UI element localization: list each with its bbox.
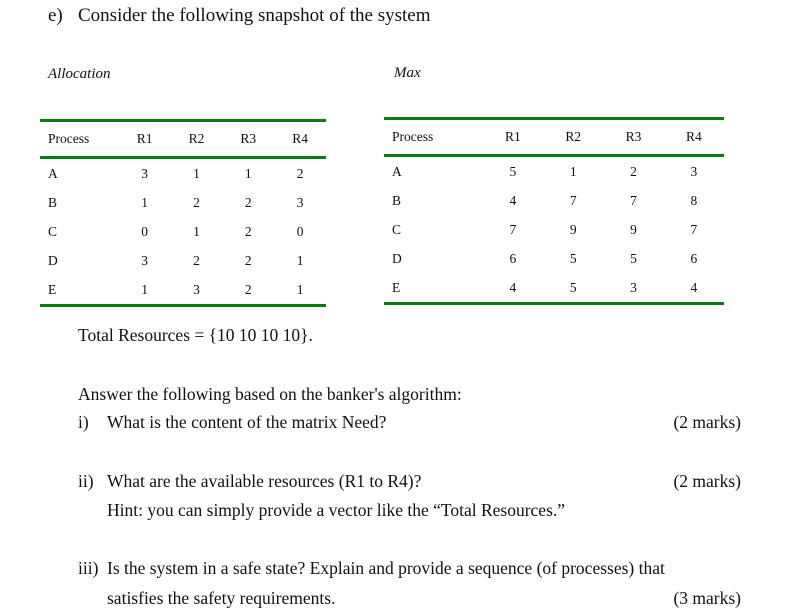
resource-value-cell: 7: [690, 221, 698, 237]
total-resources: Total Resources = {10 10 10 10}.: [78, 325, 313, 345]
resource-value-cell: 1: [193, 223, 200, 239]
table-row: E 4 5 3 4: [384, 273, 724, 304]
header-r1: R1: [136, 131, 153, 146]
resource-value-cell: 2: [244, 223, 252, 239]
subquestion-2-hint: Hint: you can simply provide a vector li…: [107, 500, 566, 520]
header-r4: R4: [292, 131, 308, 146]
resource-value-cell: 6: [509, 250, 517, 266]
table-row: A 5 1 2 3: [384, 156, 724, 187]
resource-value-cell: 5: [630, 250, 637, 266]
resource-value-cell: 0: [296, 223, 304, 239]
marks-2: (2 marks): [673, 471, 741, 491]
table-row: B 1 2 2 3: [40, 188, 326, 217]
resource-value-cell: 5: [569, 279, 577, 295]
resource-value-cell: 2: [244, 194, 252, 210]
table-row: D 6 5 5 6: [384, 244, 724, 273]
question-label: e): [48, 5, 63, 26]
resource-value-cell: 2: [193, 194, 200, 210]
header-process: Process: [392, 129, 434, 144]
process-name-cell: A: [48, 165, 58, 181]
header-r2: R2: [188, 131, 205, 146]
subquestion-number: iii): [78, 558, 99, 578]
resource-value-cell: 7: [569, 192, 577, 208]
resource-value-cell: 3: [690, 163, 698, 179]
header-r4: R4: [685, 129, 702, 144]
table-row: D 3 2 2 1: [40, 246, 326, 275]
resource-value-cell: 9: [630, 221, 637, 237]
resource-value-cell: 3: [296, 194, 304, 210]
resource-value-cell: 3: [141, 252, 149, 268]
subquestion-number: i): [78, 412, 89, 432]
question-heading: e) Consider the following snapshot of the…: [48, 5, 431, 27]
max-table: Process R1 R2 R3 R4 A 5 1 2 3 B 4 7 7 8 C 7 9 9 7 D 6 5 5 6…: [384, 117, 724, 305]
subquestion-text: Is the system in a safe state? Explain a…: [107, 558, 665, 578]
process-name-cell: E: [392, 279, 401, 295]
header-r1: R1: [505, 129, 521, 144]
resource-value-cell: 1: [193, 165, 200, 181]
resource-value-cell: 5: [569, 250, 577, 266]
resource-value-cell: 1: [296, 252, 304, 268]
resource-value-cell: 1: [569, 163, 577, 179]
subquestion-number: ii): [78, 471, 94, 491]
table-row: C 0 1 2 0: [40, 217, 326, 246]
table-row: C 7 9 9 7: [384, 215, 724, 244]
subquestion-2: ii) What are the available resources (R1 …: [78, 471, 421, 492]
header-r2: R2: [565, 129, 582, 144]
table-row: E 1 3 2 1: [40, 275, 326, 306]
resource-value-cell: 1: [141, 281, 149, 297]
resource-value-cell: 2: [193, 252, 200, 268]
resource-value-cell: 5: [509, 163, 517, 179]
resource-value-cell: 7: [509, 221, 517, 237]
table-header-row: Process R1 R2 R3 R4: [40, 120, 326, 158]
resource-value-cell: 2: [630, 163, 637, 179]
resource-value-cell: 9: [569, 221, 577, 237]
resource-value-cell: 2: [244, 281, 252, 297]
question-text: Consider the following snapshot of the s…: [78, 5, 431, 26]
process-name-cell: D: [392, 250, 402, 266]
table-header-row: Process R1 R2 R3 R4: [384, 118, 724, 156]
process-name-cell: E: [48, 281, 57, 297]
resource-value-cell: 1: [141, 194, 149, 210]
resource-value-cell: 3: [630, 279, 637, 295]
header-r3: R3: [625, 129, 642, 144]
subquestion-text: What is the content of the matrix Need?: [107, 412, 387, 432]
allocation-caption: Allocation: [48, 66, 111, 82]
max-caption: Max: [394, 65, 421, 81]
resource-value-cell: 3: [141, 165, 149, 181]
process-name-cell: D: [48, 252, 58, 268]
process-name-cell: C: [48, 223, 58, 239]
table-row: A 3 1 1 2: [40, 158, 326, 189]
resource-value-cell: 2: [244, 252, 252, 268]
resource-value-cell: 1: [244, 165, 252, 181]
marks-3: (3 marks): [673, 588, 741, 608]
process-name-cell: C: [392, 221, 402, 237]
resource-value-cell: 4: [509, 279, 517, 295]
subquestion-1: i) What is the content of the matrix Need…: [78, 412, 386, 433]
allocation-table: Process R1 R2 R3 R4 A 3 1 1 2 B 1 2 2 3 C 0 1 2 0 D 3 2 2 1…: [40, 119, 326, 307]
resource-value-cell: 7: [630, 192, 637, 208]
resource-value-cell: 8: [690, 192, 698, 208]
subquestion-3-continued: satisfies the safety requirements.: [107, 588, 336, 608]
resource-value-cell: 3: [193, 281, 200, 297]
table-row: B 4 7 7 8: [384, 186, 724, 215]
process-name-cell: A: [392, 163, 402, 179]
process-name-cell: B: [48, 194, 58, 210]
header-r3: R3: [240, 131, 257, 146]
marks-1: (2 marks): [673, 412, 741, 432]
instructions: Answer the following based on the banker…: [78, 384, 462, 404]
resource-value-cell: 1: [296, 281, 304, 297]
resource-value-cell: 4: [509, 192, 517, 208]
header-process: Process: [48, 131, 90, 146]
resource-value-cell: 6: [690, 250, 698, 266]
subquestion-3: iii) Is the system in a safe state? Expla…: [78, 558, 665, 579]
process-name-cell: B: [392, 192, 402, 208]
resource-value-cell: 2: [296, 165, 304, 181]
resource-value-cell: 4: [690, 279, 698, 295]
subquestion-text: What are the available resources (R1 to …: [107, 471, 422, 491]
resource-value-cell: 0: [141, 223, 149, 239]
